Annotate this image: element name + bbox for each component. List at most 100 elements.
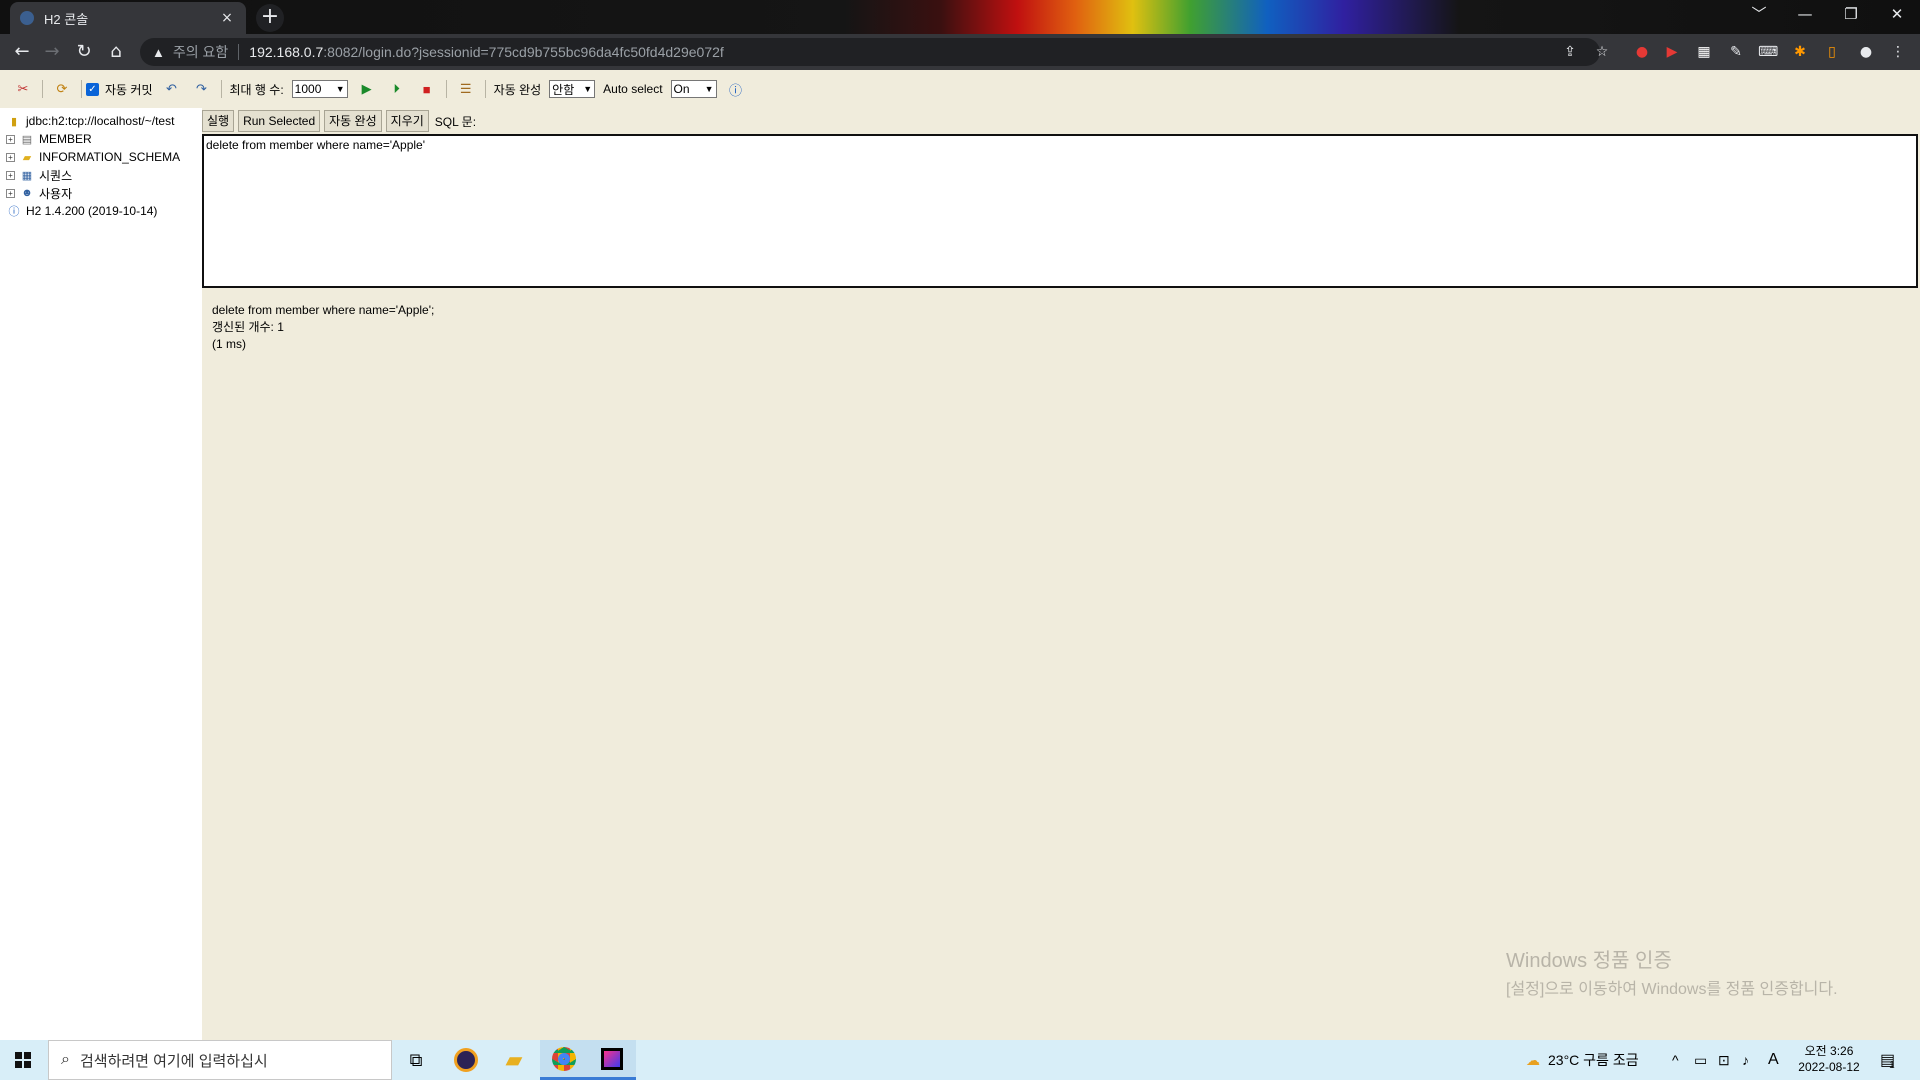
start-button[interactable]	[0, 1040, 46, 1080]
taskbar-search[interactable]: ⌕ 검색하려면 여기에 입력하십시	[48, 1040, 392, 1080]
result-updated-count: 갱신된 개수: 1	[212, 320, 284, 334]
toolbar-separator	[220, 80, 222, 98]
weather-widget[interactable]: ☁ 23°C 구름 조금	[1526, 1040, 1639, 1080]
help-icon[interactable]: ⓘ	[727, 80, 745, 98]
toolbar-separator	[484, 80, 486, 98]
extension-pen-icon[interactable]: ✎	[1726, 42, 1746, 62]
autocomplete-select[interactable]: 안함 ▼	[549, 80, 596, 98]
chevron-down-icon: ▼	[704, 84, 714, 94]
auto-select-value: On	[673, 82, 690, 96]
tab-search-icon[interactable]: ﹀	[1736, 0, 1782, 30]
refresh-icon[interactable]: ⟳	[53, 80, 71, 98]
extension-keyboard-icon[interactable]: ⌨	[1758, 42, 1778, 62]
browser-tab[interactable]: H2 콘솔 ×	[10, 2, 246, 34]
eclipse-icon[interactable]	[442, 1040, 490, 1080]
rollback-icon[interactable]: ↶	[163, 80, 181, 98]
tray-overflow-icon[interactable]: ^	[1672, 1040, 1679, 1080]
chevron-down-icon: ▼	[335, 84, 345, 94]
browser-tab-strip: H2 콘솔 × + ﹀ — ❐ ✕	[0, 0, 1920, 34]
tree-item-label: 시퀀스	[39, 168, 73, 183]
max-rows-select[interactable]: 1000 ▼	[291, 80, 348, 98]
autocomplete-value: 안함	[552, 82, 575, 97]
query-panel: 실행 Run Selected 자동 완성 지우기 SQL 문: delete …	[202, 108, 1920, 1040]
run-icon[interactable]: ▶	[358, 80, 376, 98]
search-icon: ⌕	[61, 1051, 70, 1068]
toolbar-separator	[81, 80, 82, 98]
expand-icon[interactable]: +	[6, 170, 15, 180]
tree-item-users[interactable]: + ☻ 사용자	[6, 184, 202, 202]
url-host: 192.168.0.7	[249, 44, 324, 60]
result-time: (1 ms)	[212, 337, 246, 351]
run-selected-button[interactable]: Run Selected	[238, 110, 321, 132]
users-icon: ☻	[21, 187, 33, 199]
notification-count: 1	[1889, 1059, 1895, 1071]
table-icon: ▤	[21, 133, 33, 146]
connection-url: jdbc:h2:tcp://localhost/~/test	[26, 114, 175, 128]
restore-button[interactable]: ❐	[1828, 0, 1874, 30]
volume-icon[interactable]: ♪	[1742, 1040, 1749, 1080]
display-icon[interactable]: ▭	[1694, 1040, 1707, 1080]
close-window-button[interactable]: ✕	[1874, 0, 1920, 30]
auto-complete-button[interactable]: 자동 완성	[324, 110, 382, 132]
extensions-puzzle-icon[interactable]: ✱	[1790, 42, 1810, 62]
minimize-button[interactable]: —	[1782, 0, 1828, 30]
tree-connection[interactable]: ▮ jdbc:h2:tcp://localhost/~/test	[6, 112, 202, 130]
autocommit-label: 자동 커밋	[105, 82, 153, 97]
autocommit-checkbox[interactable]: ✓	[86, 82, 99, 96]
tab-close-icon[interactable]: ×	[218, 9, 236, 27]
ime-indicator[interactable]: A	[1768, 1040, 1779, 1080]
home-icon[interactable]: ⌂	[102, 38, 130, 66]
tree-version: ⓘ H2 1.4.200 (2019-10-14)	[6, 202, 202, 220]
profile-avatar-icon[interactable]: ●	[1856, 42, 1876, 62]
security-label[interactable]: 주의 요함	[173, 42, 228, 62]
task-view-icon[interactable]: ⧉	[392, 1040, 440, 1080]
extension-red-drop-icon[interactable]: ●	[1632, 42, 1652, 62]
menu-kebab-icon[interactable]: ⋮	[1888, 42, 1908, 62]
tree-item-information-schema[interactable]: + ▰ INFORMATION_SCHEMA	[6, 148, 202, 166]
clock[interactable]: 오전 3:26 2022-08-12	[1790, 1043, 1868, 1075]
reload-icon[interactable]: ↻	[70, 38, 98, 66]
tree-item-member[interactable]: + ▤ MEMBER	[6, 130, 202, 148]
tree-item-sequences[interactable]: + ▦ 시퀀스	[6, 166, 202, 184]
clock-date: 2022-08-12	[1798, 1060, 1860, 1074]
extension-calendar-icon[interactable]: ▦	[1694, 42, 1714, 62]
url-divider	[238, 44, 240, 60]
back-icon[interactable]: ←	[8, 38, 36, 66]
share-icon[interactable]: ⇪	[1560, 42, 1580, 62]
auto-select-select[interactable]: On ▼	[670, 80, 717, 98]
stop-icon[interactable]: ■	[418, 80, 436, 98]
database-icon: ▮	[10, 115, 18, 128]
expand-icon[interactable]: +	[6, 152, 15, 162]
new-tab-button[interactable]: +	[256, 4, 284, 32]
clear-button[interactable]: 지우기	[385, 110, 429, 132]
auto-select-label: Auto select	[603, 82, 663, 96]
side-panel-icon[interactable]: ▯	[1822, 42, 1842, 62]
chrome-icon[interactable]	[540, 1040, 588, 1080]
result-statement: delete from member where name='Apple';	[212, 303, 435, 317]
extension-youtube-icon[interactable]: ▶	[1662, 42, 1682, 62]
address-bar[interactable]: ▲ 주의 요함 192.168.0.7 :8082/login.do?jsess…	[140, 38, 1600, 66]
intellij-icon[interactable]	[588, 1040, 636, 1080]
warning-icon[interactable]: ▲	[152, 45, 165, 60]
run-button[interactable]: 실행	[202, 110, 235, 132]
sql-editor[interactable]: delete from member where name='Apple'	[202, 134, 1918, 288]
weather-text: 23°C 구름 조금	[1548, 1052, 1639, 1068]
commit-icon[interactable]: ↷	[193, 80, 211, 98]
network-icon[interactable]: ⊡	[1718, 1040, 1730, 1080]
bookmark-star-icon[interactable]: ☆	[1592, 42, 1612, 62]
forward-icon[interactable]: →	[38, 38, 66, 66]
toolbar-separator	[445, 80, 447, 98]
clock-time: 오전 3:26	[1804, 1044, 1854, 1058]
run-selected-icon[interactable]: ⏵	[388, 80, 406, 98]
disconnect-icon[interactable]: ✂	[14, 80, 32, 98]
chevron-down-icon: ▼	[583, 84, 593, 94]
url-path: :8082/login.do?jsessionid=775cd9b755bc96…	[323, 44, 724, 60]
result-output: delete from member where name='Apple'; 갱…	[212, 302, 434, 353]
history-icon[interactable]: ☰	[457, 80, 475, 98]
expand-icon[interactable]: +	[6, 188, 15, 198]
expand-icon[interactable]: +	[6, 134, 15, 144]
notification-center-icon[interactable]: ▤ 1	[1880, 1040, 1895, 1080]
folder-icon: ▰	[22, 151, 32, 164]
file-explorer-icon[interactable]: ▰	[490, 1040, 538, 1080]
info-icon: ⓘ	[8, 206, 20, 218]
